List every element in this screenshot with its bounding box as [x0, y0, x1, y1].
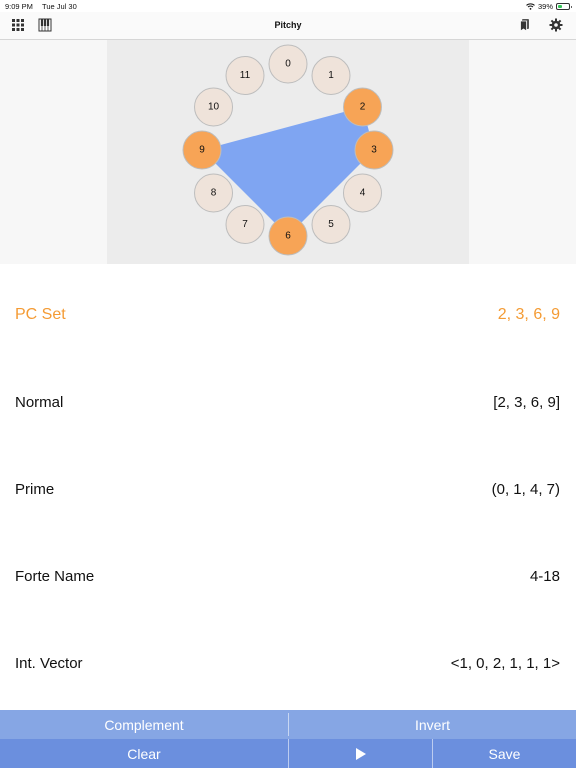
pitch-class-clock-svg: 0 1 2 3 4 5 6 7 8 9 10 11 [182, 44, 394, 256]
pitch-class-node-9[interactable]: 9 [182, 130, 222, 170]
status-time: 9:09 PM [5, 2, 33, 11]
navigation-bar: Pitchy [0, 12, 576, 40]
pitch-class-label: 1 [328, 70, 334, 81]
interval-vector-label: Int. Vector [15, 655, 83, 672]
pitch-class-label: 3 [371, 145, 377, 156]
battery-icon [556, 3, 572, 10]
play-icon [356, 747, 366, 760]
pitch-class-node-4[interactable]: 4 [342, 173, 382, 213]
pitch-class-label: 9 [199, 145, 205, 156]
pitch-class-label: 10 [208, 102, 220, 113]
pitch-class-node-1[interactable]: 1 [311, 56, 351, 96]
play-button[interactable] [289, 739, 432, 768]
pitch-class-node-0[interactable]: 0 [268, 44, 308, 84]
forte-name-value: 4-18 [529, 568, 560, 585]
pitch-class-label: 6 [285, 231, 291, 242]
toolbar-row-top: Complement Invert [0, 710, 576, 739]
pitch-class-label: 7 [242, 219, 248, 230]
pitch-class-node-7[interactable]: 7 [225, 204, 265, 244]
pitch-class-label: 2 [360, 102, 366, 113]
set-info-list: PC Set 2, 3, 6, 9 Normal [2, 3, 6, 9] Pr… [0, 264, 576, 710]
complement-button[interactable]: Complement [0, 710, 288, 739]
bottom-toolbar: Complement Invert Clear Save [0, 710, 576, 768]
visualization-area: 0 1 2 3 4 5 6 7 8 9 10 11 [0, 40, 576, 264]
pitch-class-node-5[interactable]: 5 [311, 204, 351, 244]
pitch-class-node-3[interactable]: 3 [354, 130, 394, 170]
page-title: Pitchy [274, 20, 302, 30]
clear-button[interactable]: Clear [0, 739, 288, 768]
toolbar-row-bottom: Clear Save [0, 739, 576, 768]
battery-percent: 39% [537, 2, 553, 11]
pitch-class-node-11[interactable]: 11 [225, 56, 265, 96]
normal-value: [2, 3, 6, 9] [493, 394, 560, 411]
pitch-class-node-2[interactable]: 2 [342, 87, 382, 127]
save-button[interactable]: Save [433, 739, 576, 768]
bookmarks-icon[interactable] [518, 18, 532, 32]
pitch-class-label: 4 [360, 188, 366, 199]
wifi-icon [526, 3, 535, 10]
prime-label: Prime [15, 481, 55, 498]
app-screen: 9:09 PM Tue Jul 30 39% Pitchy 0 1 2 3 4 … [0, 0, 576, 768]
row-prime: Prime (0, 1, 4, 7) [0, 481, 576, 501]
row-interval-vector: Int. Vector <1, 0, 2, 1, 1, 1> [0, 655, 576, 675]
row-pc-set: PC Set 2, 3, 6, 9 [0, 306, 576, 326]
pc-set-value: 2, 3, 6, 9 [497, 306, 560, 323]
normal-label: Normal [15, 394, 64, 411]
interval-vector-value: <1, 0, 2, 1, 1, 1> [450, 655, 560, 672]
pitch-class-node-10[interactable]: 10 [194, 87, 234, 127]
gear-icon[interactable] [549, 18, 563, 32]
pitch-class-label: 8 [211, 188, 217, 199]
row-normal: Normal [2, 3, 6, 9] [0, 394, 576, 414]
pc-set-label: PC Set [15, 306, 66, 323]
pitch-class-node-8[interactable]: 8 [194, 173, 234, 213]
pitch-class-label: 0 [285, 59, 291, 70]
pitch-class-label: 11 [240, 70, 251, 81]
pitch-class-clock: 0 1 2 3 4 5 6 7 8 9 10 11 [107, 40, 469, 264]
pitch-class-label: 5 [328, 219, 334, 230]
pitch-class-node-6[interactable]: 6 [268, 216, 308, 256]
prime-value: (0, 1, 4, 7) [491, 481, 560, 498]
forte-name-label: Forte Name [15, 568, 95, 585]
row-forte-name: Forte Name 4-18 [0, 568, 576, 588]
status-bar: 9:09 PM Tue Jul 30 39% [0, 0, 576, 12]
invert-button[interactable]: Invert [289, 710, 576, 739]
status-date: Tue Jul 30 [42, 2, 77, 11]
